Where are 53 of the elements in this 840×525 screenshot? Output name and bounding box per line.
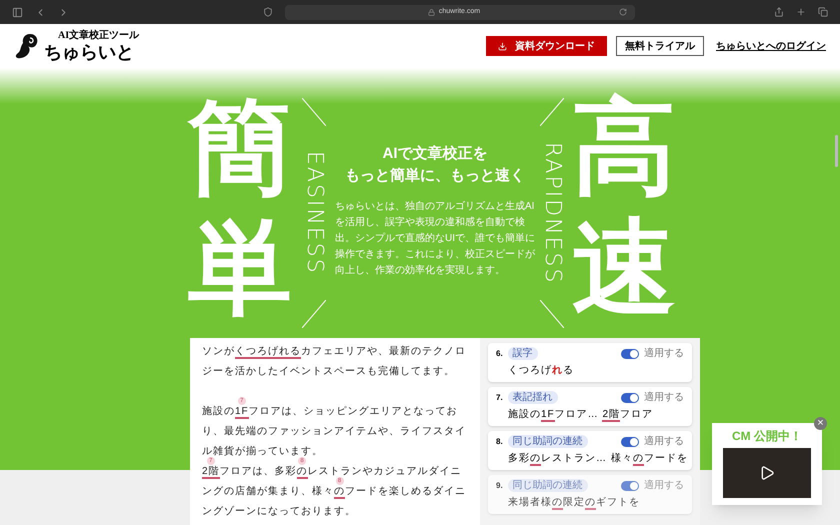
popup-title: CM 公開中！ — [732, 428, 802, 444]
suggestion-number: 8. — [496, 436, 503, 448]
toggle-switch[interactable] — [621, 392, 639, 402]
logo-name: ちゅらいと — [44, 43, 135, 61]
vertical-label: EASINESS — [303, 151, 325, 275]
play-icon[interactable] — [759, 465, 775, 481]
suggestion-number: 9. — [496, 480, 503, 492]
category-tag: 誤字 — [508, 347, 538, 360]
diagonal-line — [302, 98, 326, 126]
toggle-label: 適用する — [644, 390, 684, 405]
download-button[interactable]: 資料ダウンロード — [486, 36, 607, 56]
shield-icon[interactable] — [263, 7, 273, 17]
suggestion-excerpt: 来場者様の限定の ギフトを — [507, 496, 641, 511]
vertical-label: RAPIDNESS — [541, 142, 563, 284]
trial-button[interactable]: 無料トライアル — [616, 36, 704, 56]
toggle-label: 適用する — [644, 346, 684, 361]
suggestion-card[interactable]: 8. 同じ助詞の連続 適用する 多彩の レストラン… 様々 の フードを — [488, 431, 692, 470]
lock-icon — [428, 8, 435, 16]
hero-heading: もっと簡単に、もっと速く — [345, 166, 525, 186]
category-tag: 同じ助詞の連続 — [508, 479, 588, 492]
suggestion-number: 7. — [496, 392, 503, 404]
suggestion-card[interactable]: 9. 同じ助詞の連続 適用する 来場者様の限定の ギフトを — [488, 475, 692, 514]
toggle-label: 適用する — [644, 478, 684, 493]
diagonal-line — [540, 98, 564, 126]
swirl-logo-icon — [14, 32, 40, 60]
big-kanji-heading: 簡単 — [188, 88, 292, 330]
toggle-switch[interactable] — [621, 480, 639, 490]
share-icon[interactable] — [774, 7, 784, 17]
big-kanji-heading: 高速 — [572, 88, 676, 328]
toggle-switch[interactable] — [621, 348, 639, 358]
suggestion-excerpt: 施設の1Fフロア… 2階フロア — [507, 408, 654, 423]
new-tab-icon[interactable] — [796, 7, 806, 17]
scrollbar[interactable] — [835, 135, 838, 167]
toggle-label: 適用する — [644, 434, 684, 449]
suggestion-excerpt: くつろげれる — [507, 364, 575, 378]
download-icon — [498, 42, 507, 50]
category-tag: 同じ助詞の連続 — [508, 435, 588, 448]
hero-description: ちゅらいとは、独自のアルゴリズムと生成AIを活用し、誤字や表現の違和感を自動で検出。シンプルで直感的なUIで、誰でも簡単に操作できます。これにより、校正スピードが向上し、作業の効率化を実現します。 — [335, 200, 535, 278]
hero-heading: AIで文章校正を — [382, 144, 488, 164]
toggle-switch[interactable] — [621, 436, 639, 446]
tabs-icon[interactable] — [818, 7, 828, 17]
suggestion-number: 6. — [496, 348, 503, 360]
article-paragraph: ソンが くつろげれる カフェエリアや、最新のテクノロジーを活かしたイベントスペースも完備してます。 — [202, 344, 467, 379]
diagonal-line — [302, 300, 326, 328]
suggestion-excerpt: 多彩の レストラン… 様々 の フードを — [507, 452, 684, 467]
diagonal-line — [540, 300, 564, 328]
logo-tagline: AI文章校正ツール — [58, 31, 140, 41]
suggestion-card[interactable]: 6. 誤字 適用する くつろげれる — [488, 343, 692, 382]
sidebar-icon[interactable] — [12, 6, 23, 18]
category-tag: 表記揺れ — [508, 391, 558, 404]
login-link[interactable]: ちゅらいとへのログイン — [716, 38, 826, 54]
reload-icon[interactable] — [619, 8, 627, 16]
suggestion-card[interactable]: 7. 表記揺れ 適用する 施設の1Fフロア… 2階フロア — [488, 387, 692, 426]
